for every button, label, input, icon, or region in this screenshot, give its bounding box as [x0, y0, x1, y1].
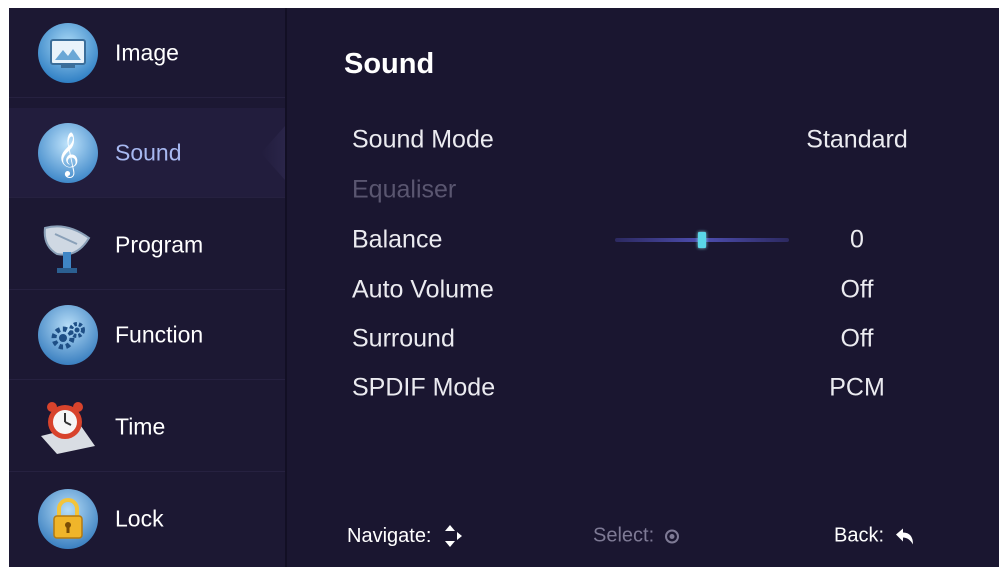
- image-icon: [37, 22, 99, 84]
- sidebar-item-function[interactable]: Function: [9, 290, 285, 380]
- setting-label: Equaliser: [352, 175, 457, 204]
- slider-thumb[interactable]: [698, 232, 706, 248]
- balance-slider[interactable]: [615, 232, 789, 248]
- selection-indicator: [261, 126, 285, 180]
- sidebar-item-time[interactable]: Time: [9, 382, 285, 472]
- svg-text:𝄞: 𝄞: [57, 132, 79, 178]
- setting-label: Balance: [352, 225, 443, 254]
- satellite-dish-icon: [37, 214, 99, 276]
- padlock-icon: [37, 488, 99, 550]
- footer-hints: Navigate: Select: Back:: [287, 516, 999, 556]
- setting-label: Sound Mode: [352, 125, 494, 154]
- sidebar-menu: Image 𝄞 Sound Program Function Time Lock: [9, 8, 285, 567]
- sidebar-item-sound[interactable]: 𝄞 Sound: [9, 108, 285, 198]
- navigate-label: Navigate:: [347, 524, 432, 547]
- sidebar-item-program[interactable]: Program: [9, 200, 285, 290]
- setting-row-spdif-mode[interactable]: SPDIF Mode PCM: [287, 366, 999, 410]
- navigate-hint: Navigate:: [347, 523, 464, 549]
- sidebar-item-label: Sound: [115, 139, 182, 165]
- setting-label: Auto Volume: [352, 275, 494, 304]
- setting-row-balance[interactable]: Balance 0: [287, 218, 999, 262]
- select-hint: Select:: [593, 525, 680, 548]
- alarm-clock-icon: [37, 396, 99, 458]
- sidebar-item-label: Time: [115, 413, 166, 439]
- setting-value: Off: [840, 275, 874, 304]
- page-title: Sound: [344, 48, 435, 80]
- sidebar-item-label: Image: [115, 39, 179, 65]
- sidebar-item-label: Program: [115, 231, 204, 257]
- setting-row-surround[interactable]: Surround Off: [287, 317, 999, 361]
- setting-value: 0: [850, 225, 864, 254]
- setting-value: Standard: [806, 125, 908, 154]
- navigate-arrows-icon: [444, 525, 462, 547]
- setting-value: Off: [840, 324, 874, 353]
- select-label: Select:: [593, 524, 655, 547]
- tv-menu-screen: Image 𝄞 Sound Program Function Time Lock…: [9, 8, 999, 567]
- setting-label: Surround: [352, 324, 455, 353]
- setting-row-equaliser: Equaliser: [287, 168, 999, 212]
- back-arrow-icon: [896, 528, 914, 544]
- sidebar-item-lock[interactable]: Lock: [9, 474, 285, 564]
- treble-clef-icon: 𝄞: [37, 122, 99, 184]
- back-label: Back:: [834, 524, 885, 547]
- gears-icon: [37, 304, 99, 366]
- setting-label: SPDIF Mode: [352, 373, 496, 402]
- setting-row-sound-mode[interactable]: Sound Mode Standard: [287, 118, 999, 162]
- sidebar-item-label: Function: [115, 321, 204, 347]
- back-hint: Back:: [834, 525, 916, 548]
- setting-value: PCM: [829, 373, 885, 402]
- sound-settings-panel: Sound Sound Mode Standard Equaliser Bala…: [287, 8, 999, 567]
- ok-button-icon: [665, 529, 680, 543]
- setting-row-auto-volume[interactable]: Auto Volume Off: [287, 268, 999, 312]
- sidebar-item-image[interactable]: Image: [9, 8, 285, 98]
- sidebar-item-label: Lock: [115, 505, 164, 532]
